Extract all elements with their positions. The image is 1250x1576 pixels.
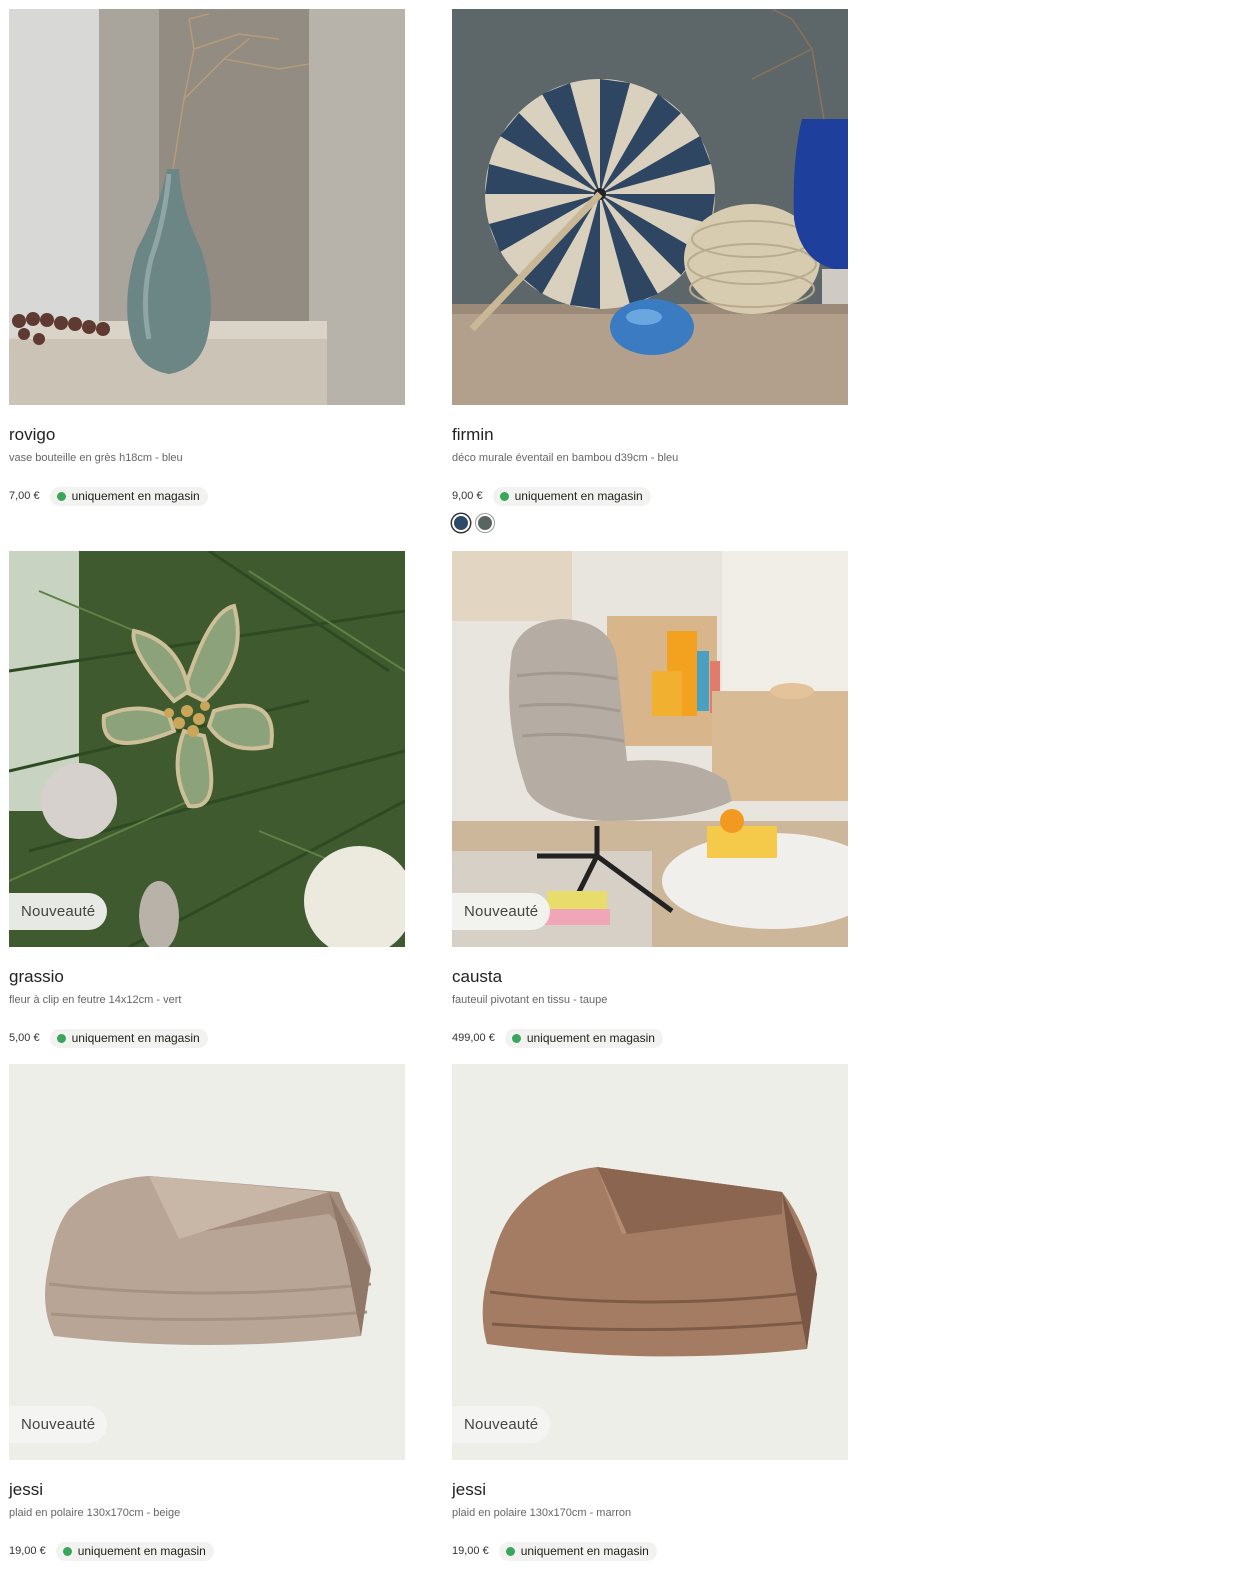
product-price: 499,00 € (452, 1032, 495, 1044)
price-row: 9,00 € uniquement en magasin (452, 486, 651, 506)
availability-label: uniquement en magasin (514, 489, 643, 503)
christmas-flower-photo (9, 551, 405, 947)
product-price: 9,00 € (452, 490, 483, 502)
product-description: déco murale éventail en bambou d39cm - b… (452, 452, 679, 464)
product-card[interactable]: rovigo vase bouteille en grès h18cm - bl… (9, 9, 405, 506)
price-row: 19,00 € uniquement en magasin (452, 1541, 657, 1561)
product-name[interactable]: jessi (9, 1480, 43, 1500)
product-name[interactable]: jessi (452, 1480, 486, 1500)
availability-label: uniquement en magasin (77, 1544, 206, 1558)
price-row: 7,00 € uniquement en magasin (9, 486, 208, 506)
new-badge: Nouveauté (9, 893, 108, 930)
availability-dot-icon (62, 1546, 72, 1556)
availability-badge: uniquement en magasin (498, 1541, 657, 1561)
availability-dot-icon (56, 1033, 66, 1043)
color-swatches (452, 514, 500, 532)
product-image[interactable] (452, 9, 848, 405)
product-name[interactable]: grassio (9, 967, 64, 987)
availability-label: uniquement en magasin (71, 489, 200, 503)
availability-badge: uniquement en magasin (55, 1541, 214, 1561)
fan-decor-photo (452, 9, 848, 405)
product-card[interactable]: Nouveauté causta fauteuil pivotant en ti… (452, 551, 848, 1048)
availability-dot-icon (56, 491, 66, 501)
availability-dot-icon (511, 1033, 521, 1043)
product-name[interactable]: causta (452, 967, 502, 987)
availability-dot-icon (499, 491, 509, 501)
color-swatch-blue[interactable] (452, 514, 470, 532)
product-card[interactable]: Nouveauté grassio fleur à clip en feutre… (9, 551, 405, 1048)
new-badge: Nouveauté (9, 1406, 108, 1443)
color-swatch-grey[interactable] (476, 514, 494, 532)
vase-photo (9, 9, 405, 405)
product-price: 7,00 € (9, 490, 40, 502)
product-description: vase bouteille en grès h18cm - bleu (9, 452, 183, 464)
product-price: 19,00 € (452, 1545, 489, 1557)
product-description: fauteuil pivotant en tissu - taupe (452, 994, 608, 1006)
product-name[interactable]: rovigo (9, 425, 55, 445)
new-badge: Nouveauté (452, 893, 551, 930)
availability-dot-icon (505, 1546, 515, 1556)
product-card[interactable]: Nouveauté jessi plaid en polaire 130x170… (9, 1064, 405, 1561)
product-card[interactable]: firmin déco murale éventail en bambou d3… (452, 9, 848, 532)
availability-label: uniquement en magasin (520, 1544, 649, 1558)
availability-badge: uniquement en magasin (49, 486, 208, 506)
beige-plaid-photo (9, 1064, 405, 1460)
price-row: 499,00 € uniquement en magasin (452, 1028, 663, 1048)
product-image[interactable] (9, 9, 405, 405)
product-name[interactable]: firmin (452, 425, 494, 445)
brown-plaid-photo (452, 1064, 848, 1460)
availability-label: uniquement en magasin (71, 1031, 200, 1045)
price-row: 19,00 € uniquement en magasin (9, 1541, 214, 1561)
availability-badge: uniquement en magasin (49, 1028, 208, 1048)
product-card[interactable]: Nouveauté jessi plaid en polaire 130x170… (452, 1064, 848, 1561)
product-price: 5,00 € (9, 1032, 40, 1044)
product-image[interactable]: Nouveauté (9, 1064, 405, 1460)
product-image[interactable]: Nouveauté (452, 1064, 848, 1460)
product-description: plaid en polaire 130x170cm - marron (452, 1507, 632, 1519)
product-image[interactable]: Nouveauté (452, 551, 848, 947)
product-description: plaid en polaire 130x170cm - beige (9, 1507, 181, 1519)
availability-badge: uniquement en magasin (504, 1028, 663, 1048)
product-image[interactable]: Nouveauté (9, 551, 405, 947)
new-badge: Nouveauté (452, 1406, 551, 1443)
product-price: 19,00 € (9, 1545, 46, 1557)
availability-label: uniquement en magasin (526, 1031, 655, 1045)
armchair-photo (452, 551, 848, 947)
product-description: fleur à clip en feutre 14x12cm - vert (9, 994, 182, 1006)
availability-badge: uniquement en magasin (492, 486, 651, 506)
price-row: 5,00 € uniquement en magasin (9, 1028, 208, 1048)
